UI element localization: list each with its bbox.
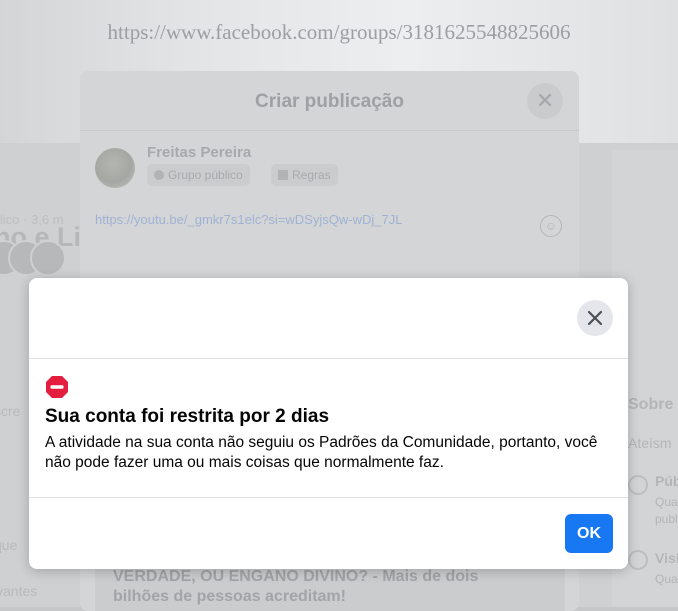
about-item-desc: Qua [655,572,678,586]
about-item-title: Visí [655,550,678,566]
emoji-icon[interactable]: ☺ [540,215,562,237]
sidebar-fragment: vantes [0,583,38,599]
divider [29,358,628,359]
url-watermark: https://www.facebook.com/groups/31816255… [107,20,571,44]
about-item-title: Púb [655,473,678,489]
link-preview-title: VERDADE, OU ENGANO DIVINO? - Mais de doi… [113,568,479,605]
book-icon [278,170,288,180]
divider [80,130,579,131]
rules-chip-label: Regras [292,168,331,182]
avatar[interactable] [95,148,135,188]
post-link-text[interactable]: https://youtu.be/_gmkr7s1elc?si=wDSyjsQw… [95,212,402,227]
close-icon[interactable]: ✕ [527,83,563,119]
sidebar-fragment: que [0,537,18,553]
divider [29,497,628,498]
audience-chip-label: Grupo público [168,168,243,182]
member-avatar[interactable] [30,240,66,276]
about-subheading: Ateísm [628,435,672,451]
globe-icon [628,475,648,495]
create-post-title: Criar publicação [255,91,404,112]
close-button[interactable] [577,300,613,336]
modal-body-text: A atividade na sua conta não seguiu os P… [45,434,598,471]
rules-chip[interactable]: Regras [271,164,338,186]
about-item-desc: Qua [655,495,678,509]
stop-icon [46,376,68,398]
about-heading: Sobre [628,396,674,413]
audience-chip[interactable]: Grupo público [147,164,250,186]
restriction-modal: Sua conta foi restrita por 2 dias A ativ… [29,278,628,569]
member-avatars[interactable] [0,240,76,276]
globe-icon [154,170,164,180]
about-item-desc: publ [655,512,678,526]
ok-button[interactable]: OK [565,514,613,553]
close-icon [587,310,603,326]
sidebar-fragment: scre [0,403,21,419]
author-name[interactable]: Freitas Pereira [147,144,251,161]
modal-title: Sua conta foi restrita por 2 dias [45,406,330,427]
eye-icon [628,550,648,570]
